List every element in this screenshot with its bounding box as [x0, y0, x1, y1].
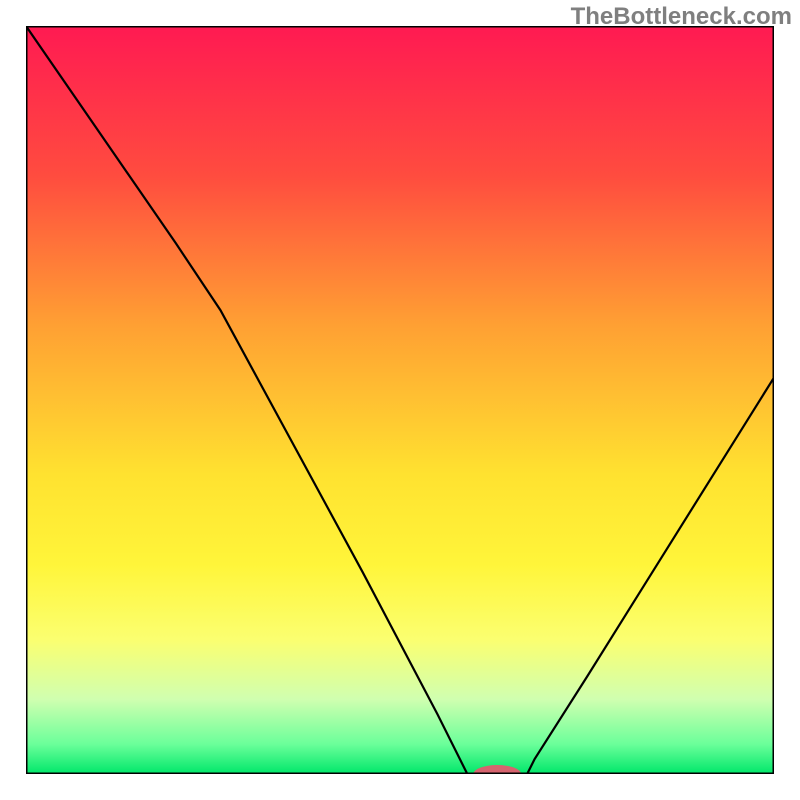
- chart-container: TheBottleneck.com: [0, 0, 800, 800]
- watermark-text: TheBottleneck.com: [571, 3, 792, 31]
- bottleneck-chart: [26, 26, 774, 774]
- gradient-background: [26, 26, 774, 774]
